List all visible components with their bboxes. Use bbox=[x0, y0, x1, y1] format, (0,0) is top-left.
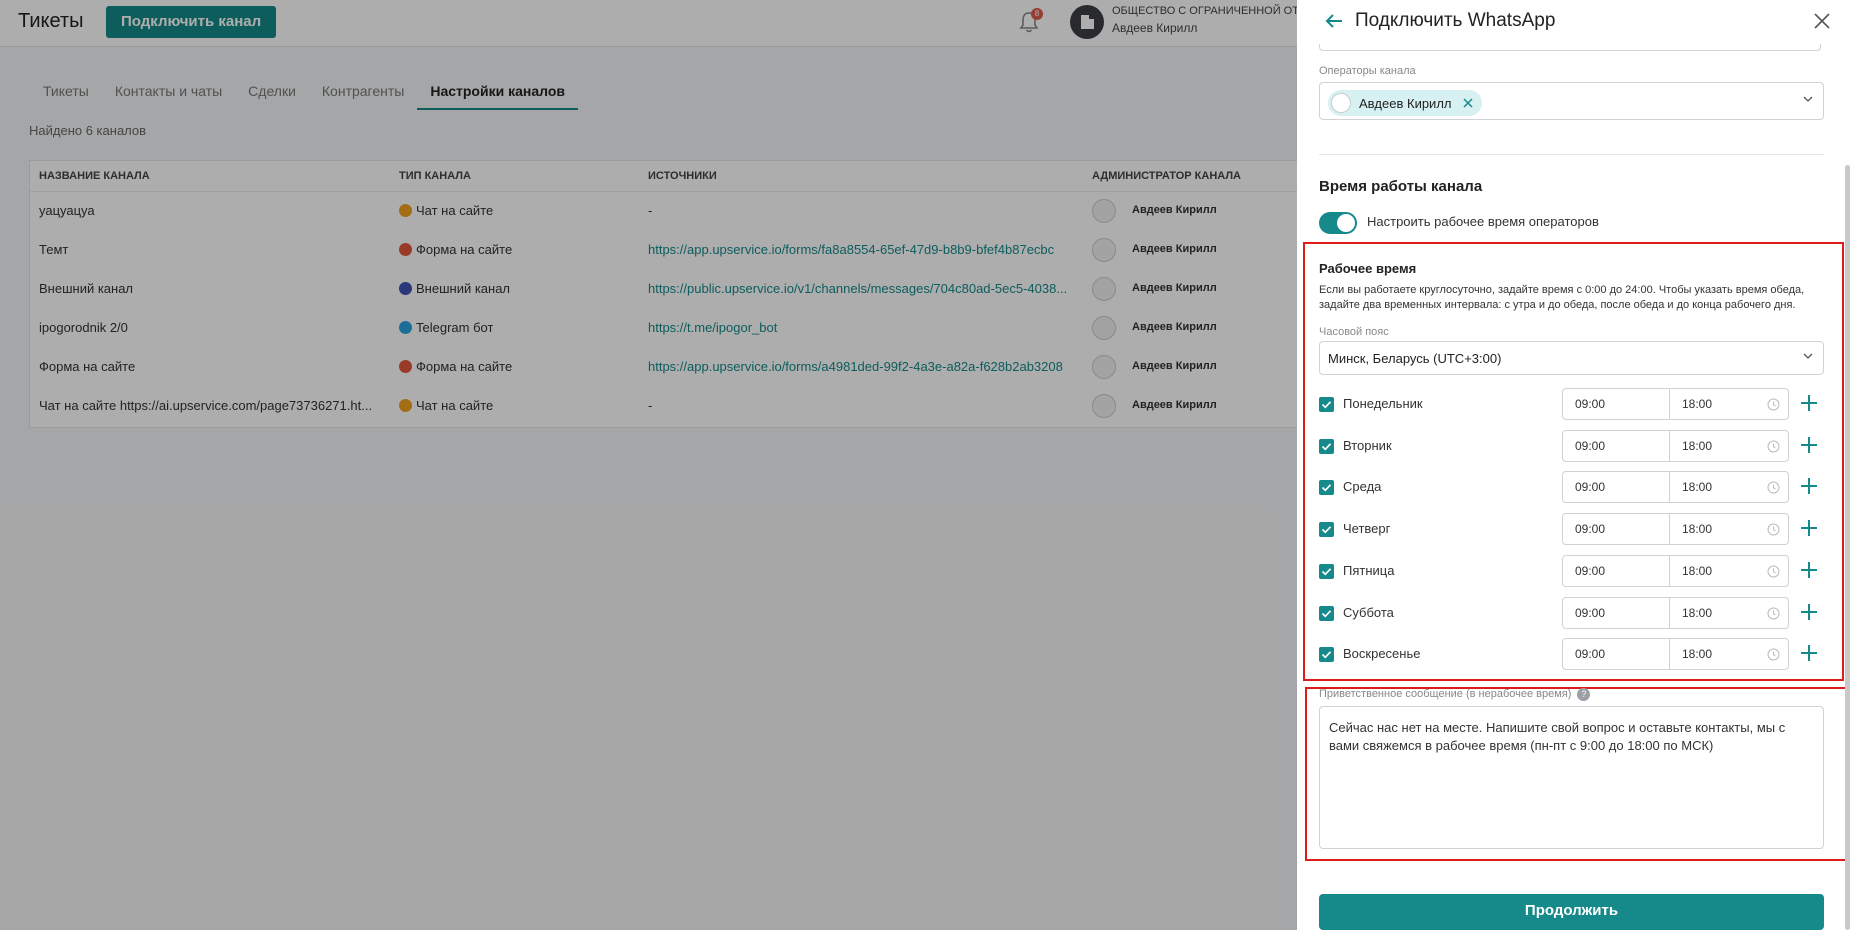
day-name: Вторник bbox=[1343, 438, 1392, 453]
chevron-down-icon bbox=[1803, 353, 1813, 359]
clock-icon bbox=[1767, 481, 1780, 494]
drawer-title: Подключить WhatsApp bbox=[1355, 10, 1556, 31]
plus-icon[interactable] bbox=[1799, 518, 1819, 538]
time-to-input[interactable]: 18:00 bbox=[1669, 388, 1789, 420]
time-to-input[interactable]: 18:00 bbox=[1669, 555, 1789, 587]
greeting-label-text: Приветственное сообщение (в нерабочее вр… bbox=[1319, 688, 1572, 700]
plus-icon[interactable] bbox=[1799, 476, 1819, 496]
day-row: Воскресенье 09:00 18:00 bbox=[1319, 638, 1824, 670]
time-to-input[interactable]: 18:00 bbox=[1669, 513, 1789, 545]
plus-icon[interactable] bbox=[1799, 643, 1819, 663]
time-from-value: 09:00 bbox=[1575, 397, 1606, 411]
work-time-hint: Если вы работаете круглосуточно, задайте… bbox=[1319, 284, 1805, 311]
time-from-input[interactable]: 09:00 bbox=[1562, 555, 1670, 587]
time-to-value: 18:00 bbox=[1682, 480, 1713, 494]
time-to-value: 18:00 bbox=[1682, 647, 1713, 661]
day-checkbox[interactable] bbox=[1319, 522, 1334, 537]
time-to-input[interactable]: 18:00 bbox=[1669, 471, 1789, 503]
scrollbar[interactable] bbox=[1845, 165, 1850, 930]
toggle-knob bbox=[1337, 214, 1355, 232]
clock-icon bbox=[1767, 398, 1780, 411]
plus-icon[interactable] bbox=[1799, 560, 1819, 580]
day-name: Пятница bbox=[1343, 563, 1395, 578]
close-icon[interactable] bbox=[1811, 10, 1833, 32]
work-hours-section-title: Время работы канала bbox=[1319, 178, 1483, 195]
help-icon[interactable]: ? bbox=[1577, 688, 1591, 701]
drawer-header: Подключить WhatsApp bbox=[1297, 0, 1854, 44]
time-from-input[interactable]: 09:00 bbox=[1562, 388, 1670, 420]
time-from-value: 09:00 bbox=[1575, 564, 1606, 578]
time-from-input[interactable]: 09:00 bbox=[1562, 638, 1670, 670]
day-row: Понедельник 09:00 18:00 bbox=[1319, 388, 1824, 420]
back-arrow-icon[interactable] bbox=[1323, 10, 1345, 32]
time-from-value: 09:00 bbox=[1575, 522, 1606, 536]
time-from-value: 09:00 bbox=[1575, 480, 1606, 494]
clock-icon bbox=[1767, 440, 1780, 453]
time-to-input[interactable]: 18:00 bbox=[1669, 597, 1789, 629]
time-from-value: 09:00 bbox=[1575, 606, 1606, 620]
operator-chip-label: Авдеев Кирилл bbox=[1359, 95, 1452, 111]
work-hours-toggle[interactable] bbox=[1319, 212, 1357, 234]
day-row: Пятница 09:00 18:00 bbox=[1319, 555, 1824, 587]
time-to-input[interactable]: 18:00 bbox=[1669, 638, 1789, 670]
day-row: Четверг 09:00 18:00 bbox=[1319, 513, 1824, 545]
time-to-input[interactable]: 18:00 bbox=[1669, 430, 1789, 462]
time-from-value: 09:00 bbox=[1575, 439, 1606, 453]
day-name: Четверг bbox=[1343, 521, 1391, 536]
day-row: Среда 09:00 18:00 bbox=[1319, 471, 1824, 503]
day-name: Понедельник bbox=[1343, 396, 1423, 411]
divider bbox=[1319, 154, 1824, 155]
timezone-select[interactable]: Минск, Беларусь (UTC+3:00) bbox=[1319, 341, 1824, 375]
time-to-value: 18:00 bbox=[1682, 564, 1713, 578]
day-row: Суббота 09:00 18:00 bbox=[1319, 597, 1824, 629]
work-time-title: Рабочее время bbox=[1319, 261, 1417, 276]
clock-icon bbox=[1767, 607, 1780, 620]
work-hours-toggle-label: Настроить рабочее время операторов bbox=[1367, 214, 1599, 229]
clock-icon bbox=[1767, 523, 1780, 536]
time-from-value: 09:00 bbox=[1575, 647, 1606, 661]
time-to-value: 18:00 bbox=[1682, 397, 1713, 411]
time-to-value: 18:00 bbox=[1682, 606, 1713, 620]
greeting-label: Приветственное сообщение (в нерабочее вр… bbox=[1319, 688, 1591, 701]
day-name: Воскресенье bbox=[1343, 646, 1421, 661]
clock-icon bbox=[1767, 565, 1780, 578]
clock-icon bbox=[1767, 648, 1780, 661]
chevron-down-icon[interactable] bbox=[1803, 94, 1813, 104]
continue-button[interactable]: Продолжить bbox=[1319, 894, 1824, 930]
day-checkbox[interactable] bbox=[1319, 564, 1334, 579]
plus-icon[interactable] bbox=[1799, 602, 1819, 622]
day-name: Среда bbox=[1343, 479, 1382, 494]
day-checkbox[interactable] bbox=[1319, 397, 1334, 412]
day-name: Суббота bbox=[1343, 605, 1394, 620]
operators-select[interactable]: Авдеев Кирилл bbox=[1319, 82, 1824, 120]
connect-whatsapp-drawer: Операторы канала Авдеев Кирилл Время раб… bbox=[1297, 0, 1854, 930]
operator-chip: Авдеев Кирилл bbox=[1328, 90, 1482, 116]
timezone-label: Часовой пояс bbox=[1319, 326, 1389, 338]
avatar bbox=[1331, 93, 1351, 113]
day-checkbox[interactable] bbox=[1319, 480, 1334, 495]
greeting-textarea[interactable]: Сейчас нас нет на месте. Напишите свой в… bbox=[1319, 706, 1824, 849]
plus-icon[interactable] bbox=[1799, 393, 1819, 413]
time-from-input[interactable]: 09:00 bbox=[1562, 430, 1670, 462]
close-icon[interactable] bbox=[1462, 97, 1474, 109]
time-from-input[interactable]: 09:00 bbox=[1562, 597, 1670, 629]
time-from-input[interactable]: 09:00 bbox=[1562, 513, 1670, 545]
day-checkbox[interactable] bbox=[1319, 647, 1334, 662]
day-checkbox[interactable] bbox=[1319, 439, 1334, 454]
time-to-value: 18:00 bbox=[1682, 522, 1713, 536]
time-from-input[interactable]: 09:00 bbox=[1562, 471, 1670, 503]
day-row: Вторник 09:00 18:00 bbox=[1319, 430, 1824, 462]
timezone-value: Минск, Беларусь (UTC+3:00) bbox=[1328, 351, 1502, 366]
time-to-value: 18:00 bbox=[1682, 439, 1713, 453]
operators-label: Операторы канала bbox=[1319, 65, 1416, 77]
plus-icon[interactable] bbox=[1799, 435, 1819, 455]
day-checkbox[interactable] bbox=[1319, 606, 1334, 621]
